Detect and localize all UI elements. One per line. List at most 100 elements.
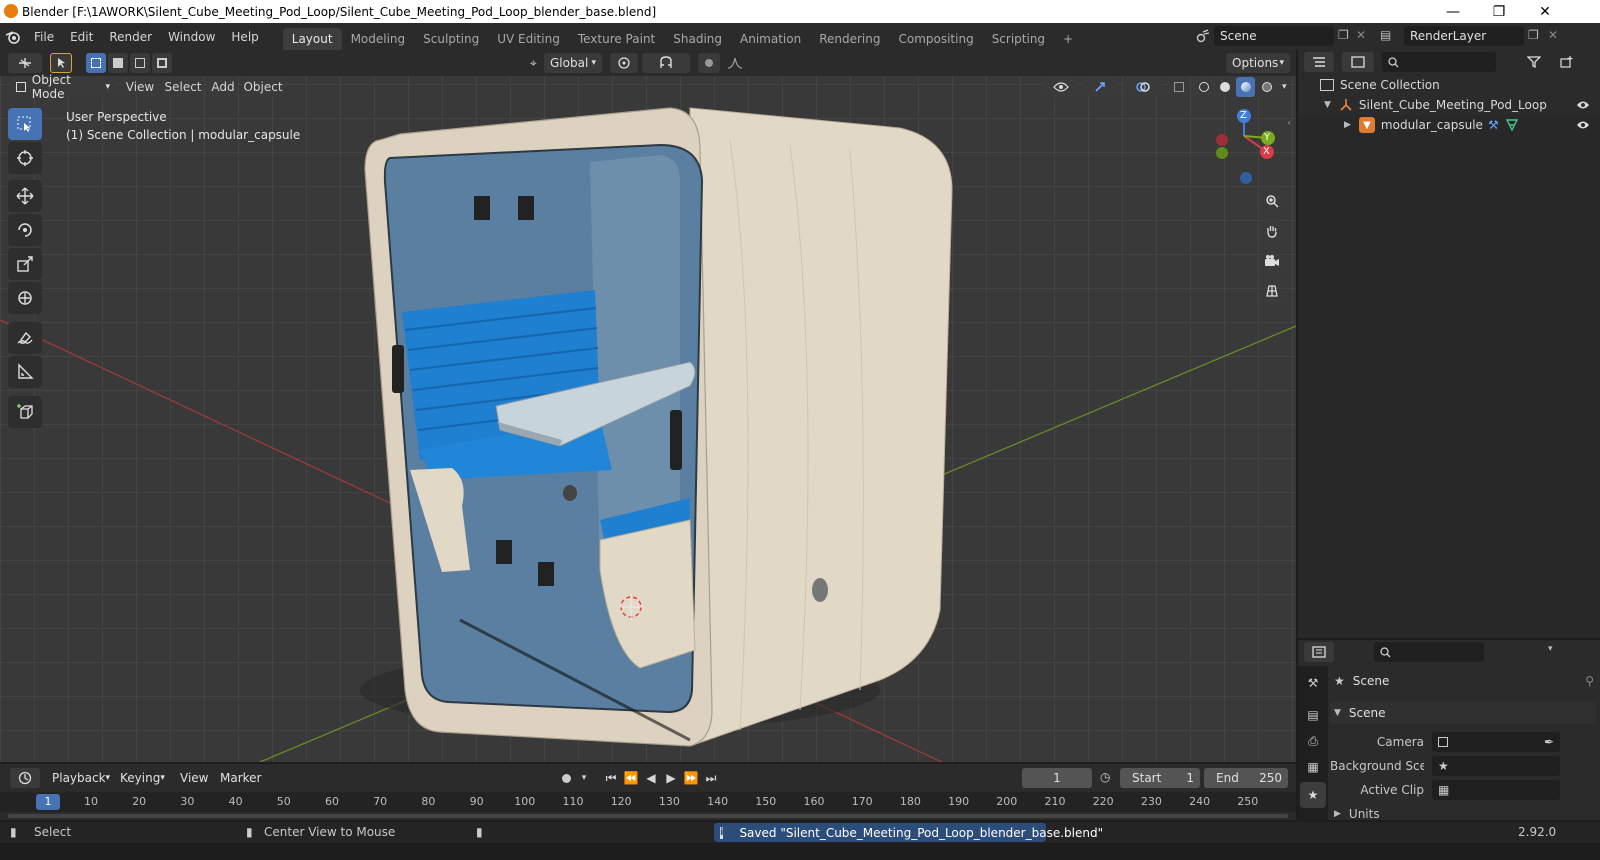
view-layer-icon[interactable]: ▤ <box>1380 28 1391 42</box>
zoom-icon[interactable] <box>1259 188 1285 214</box>
wireframe-shading-icon[interactable] <box>1194 77 1214 97</box>
select-intersect-icon[interactable] <box>152 53 172 73</box>
delete-scene-icon[interactable]: ✕ <box>1356 28 1366 42</box>
tab-scripting[interactable]: Scripting <box>983 28 1054 50</box>
end-frame-field[interactable]: End 250 <box>1204 768 1288 788</box>
viewport-menu-view[interactable]: View <box>122 77 158 97</box>
clock-icon[interactable]: ◷ <box>1100 770 1110 784</box>
ortho-grid-icon[interactable] <box>1259 278 1285 304</box>
select-new-icon[interactable] <box>86 53 106 73</box>
menu-file[interactable]: File <box>26 30 62 44</box>
menu-help[interactable]: Help <box>223 30 266 44</box>
scene-panel-header[interactable]: ▼ Scene <box>1330 702 1596 724</box>
minimize-icon[interactable]: — <box>1430 0 1476 23</box>
expand-arrow-icon[interactable]: ▶ <box>1344 120 1351 130</box>
menu-render[interactable]: Render <box>101 30 160 44</box>
scale-tool-icon[interactable] <box>8 248 42 280</box>
overlays-icon[interactable] <box>1124 77 1162 97</box>
tab-shading[interactable]: Shading <box>664 28 731 50</box>
filter-icon[interactable] <box>1516 52 1552 72</box>
transform-tool-icon[interactable] <box>8 282 42 314</box>
eye-icon[interactable] <box>1576 120 1590 130</box>
display-mode-icon[interactable] <box>1342 52 1374 72</box>
timeline-menu-keying[interactable]: Keying ▾ <box>114 768 170 788</box>
timeline-menu-playback[interactable]: Playback ▾ <box>46 768 110 788</box>
properties-panel[interactable]: ▾ ⚒ ▤ ⎙ ▦ ★ ★ Scene ⚲ ▼ Scene Camera ✒ B… <box>1298 640 1600 820</box>
timeline-menu-view[interactable]: View <box>174 768 212 788</box>
eye-icon[interactable] <box>1576 100 1590 110</box>
chevron-right-icon[interactable]: ▶ <box>1334 809 1341 819</box>
camera-field[interactable]: ✒ <box>1432 732 1560 752</box>
view-layer-selector[interactable]: RenderLayer <box>1404 26 1524 46</box>
output-tab-icon[interactable]: ⎙ <box>1302 730 1324 752</box>
add-workspace-button[interactable]: + <box>1054 28 1082 50</box>
chevron-down-icon[interactable]: ▾ <box>1548 644 1553 654</box>
play-reverse-icon[interactable]: ◀ <box>642 768 660 788</box>
pan-hand-icon[interactable] <box>1259 218 1285 244</box>
gizmo-toggle-icon[interactable] <box>1082 77 1118 97</box>
outliner-panel[interactable]: Scene Collection ▼ Silent_Cube_Meeting_P… <box>1298 50 1600 638</box>
timeline-menu-marker[interactable]: Marker <box>214 768 264 788</box>
jump-end-icon[interactable]: ⏭ <box>702 768 720 788</box>
next-keyframe-icon[interactable]: ⏩ <box>682 768 700 788</box>
properties-editor-type-icon[interactable] <box>1304 642 1334 662</box>
select-box-tool-icon[interactable] <box>8 108 42 140</box>
xray-icon[interactable] <box>1168 77 1190 97</box>
menu-window[interactable]: Window <box>160 30 223 44</box>
outliner-row-scene-collection[interactable]: Scene Collection <box>1298 75 1600 95</box>
tab-uv-editing[interactable]: UV Editing <box>488 28 569 50</box>
pin-icon[interactable]: ⚲ <box>1585 674 1594 688</box>
shading-options-chevron-icon[interactable]: ▾ <box>1279 77 1290 97</box>
cursor-tool-icon[interactable] <box>8 142 42 174</box>
active-clip-field[interactable]: ▦ <box>1432 780 1560 800</box>
prev-keyframe-icon[interactable]: ⏪ <box>622 768 640 788</box>
chevron-down-icon[interactable]: ▾ <box>578 768 590 788</box>
scene-icon[interactable] <box>1192 27 1214 45</box>
options-dropdown[interactable]: Options ▾ <box>1226 53 1290 73</box>
timeline-editor-type-icon[interactable] <box>10 768 40 788</box>
snap-icon[interactable] <box>642 53 690 73</box>
viewport-menu-select[interactable]: Select <box>162 77 204 97</box>
blender-menu-icon[interactable] <box>0 30 26 44</box>
move-tool-icon[interactable] <box>8 180 42 212</box>
render-tab-icon[interactable]: ▤ <box>1302 704 1324 726</box>
editor-type-icon[interactable] <box>8 53 42 73</box>
tab-compositing[interactable]: Compositing <box>889 28 982 50</box>
3d-viewport[interactable]: Z Y X ‹ <box>0 50 1296 762</box>
select-subtract-icon[interactable] <box>130 53 150 73</box>
visibility-icon[interactable] <box>1044 77 1078 97</box>
camera-view-icon[interactable] <box>1259 248 1285 274</box>
play-icon[interactable]: ▶ <box>662 768 680 788</box>
rotate-tool-icon[interactable] <box>8 214 42 246</box>
close-icon[interactable]: ✕ <box>1522 0 1568 23</box>
new-collection-icon[interactable] <box>1556 52 1578 72</box>
tab-modeling[interactable]: Modeling <box>342 28 415 50</box>
jump-start-icon[interactable]: ⏮ <box>602 768 620 788</box>
tab-rendering[interactable]: Rendering <box>810 28 889 50</box>
rendered-shading-icon[interactable] <box>1257 77 1277 97</box>
add-cube-tool-icon[interactable] <box>8 396 42 428</box>
delete-layer-icon[interactable]: ✕ <box>1548 28 1558 42</box>
viewport-menu-add[interactable]: Add <box>208 77 238 97</box>
sidebar-toggle-icon[interactable]: ‹ <box>1287 116 1291 129</box>
current-frame-field[interactable]: 1 <box>1022 768 1092 788</box>
select-tool-icon[interactable] <box>50 53 72 73</box>
scene-tab-icon[interactable]: ★ <box>1300 782 1326 808</box>
outliner-editor-type-icon[interactable] <box>1304 52 1334 72</box>
mesh-data-icon[interactable] <box>1506 119 1518 131</box>
tab-texture-paint[interactable]: Texture Paint <box>569 28 664 50</box>
object-mode-dropdown[interactable]: Object Mode ▾ <box>10 73 116 101</box>
outliner-row-collection[interactable]: ▼ Silent_Cube_Meeting_Pod_Loop <box>1298 95 1600 115</box>
frame-ruler[interactable]: 1 10 20 30 40 50 60 70 80 90 100 110 120 130 140 150 160… <box>0 792 1296 812</box>
units-panel-header[interactable]: ▶ Units <box>1334 808 1594 820</box>
view-layer-tab-icon[interactable]: ▦ <box>1302 756 1324 778</box>
copy-layer-icon[interactable]: ❐ <box>1528 28 1539 42</box>
proportional-edit-icon[interactable] <box>698 53 720 73</box>
menu-edit[interactable]: Edit <box>62 30 101 44</box>
timeline-scrollbar[interactable] <box>8 814 1288 818</box>
tool-tab-icon[interactable]: ⚒ <box>1302 672 1324 694</box>
restore-icon[interactable]: ❐ <box>1476 0 1522 23</box>
scene-selector[interactable]: Scene <box>1214 26 1334 46</box>
expand-arrow-icon[interactable]: ▼ <box>1324 100 1331 110</box>
outliner-search-input[interactable] <box>1382 52 1496 72</box>
